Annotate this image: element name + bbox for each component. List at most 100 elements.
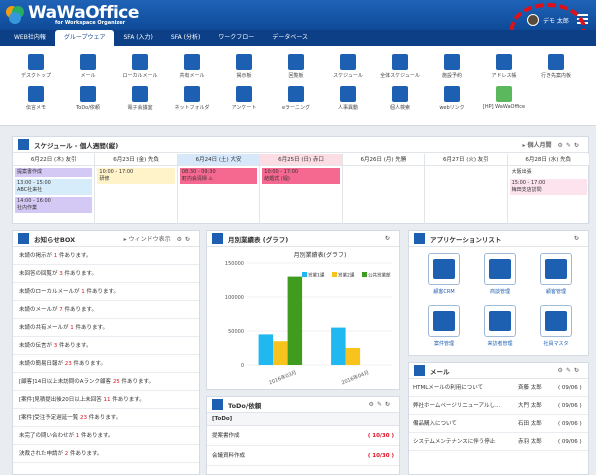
edit-icon[interactable]: ✎ xyxy=(377,401,385,408)
toolbar-item[interactable]: メール xyxy=(62,54,114,79)
app-item[interactable]: 顧客CRM xyxy=(419,253,469,295)
toolbar-item[interactable]: 回覧板 xyxy=(270,54,322,79)
day-cell[interactable]: 提案書作成 13:00 - 15:00 ABC社来社 14:00 - 16:00 社内作… xyxy=(13,166,96,224)
app-tile-icon xyxy=(484,305,516,337)
top-header: WaWaOffice for Workspace Organizer デモ 太郎 xyxy=(0,0,596,55)
mail-item[interactable]: HTMLメールの利用について 斉藤 太郎 ( 09/06 ) xyxy=(409,379,588,397)
todo-item[interactable]: 提案書作成 ( 10/30 ) xyxy=(207,426,399,446)
toolbar-item[interactable]: 個人検索 xyxy=(374,86,426,111)
app-item[interactable]: 顧客管理 xyxy=(531,253,581,295)
nav-tab-5[interactable]: データベース xyxy=(263,30,317,46)
day-cell[interactable]: 10:00 - 17:00 結婚式 (堀) xyxy=(260,166,343,224)
toolbar-item[interactable]: webリンク xyxy=(426,86,478,111)
refresh-icon[interactable]: ↻ xyxy=(574,235,582,242)
mail-item[interactable]: 備品購入について 石田 太郎 ( 09/06 ) xyxy=(409,415,588,433)
mail-item[interactable]: 弊社ホームページリニューアルし… 大門 太郎 ( 09/06 ) xyxy=(409,397,588,415)
day-cell[interactable] xyxy=(343,166,426,224)
app-item[interactable]: 商談管理 xyxy=(475,253,525,295)
mail-subject: 備品購入について xyxy=(413,421,457,427)
app-item[interactable]: 案件管理 xyxy=(419,305,469,347)
app-item[interactable]: 社員マスタ xyxy=(531,305,581,347)
toolbar-item[interactable]: 人事異動 xyxy=(322,86,374,111)
toolbar-icon xyxy=(80,54,96,70)
toolbar-item[interactable]: ローカルメール xyxy=(114,54,166,79)
news-count: 23 xyxy=(64,361,72,367)
refresh-icon[interactable]: ↻ xyxy=(574,367,582,374)
news-item[interactable]: 未読の簡易日報が 23 件あります。 xyxy=(13,355,199,373)
toolbar-icon xyxy=(80,86,96,102)
toolbar-item[interactable]: ネットフォルダ xyxy=(166,86,218,111)
toolbar-item[interactable]: スケジュール xyxy=(322,54,374,79)
news-item[interactable]: 未読のローカルメールが 1 件あります。 xyxy=(13,283,199,301)
schedule-event[interactable]: 08:30 - 09:30 町内会清掃 ⚠ xyxy=(179,168,258,184)
gear-icon[interactable]: ⚙ xyxy=(177,236,185,243)
app-label: 社員マスタ xyxy=(543,341,569,347)
gear-icon[interactable]: ⚙ xyxy=(558,367,566,374)
toolbar-item[interactable]: 全体スケジュール xyxy=(374,54,426,79)
news-count: 2 xyxy=(64,451,69,457)
main-nav: WEB社内報 グループウェア SFA (入力) SFA (分析) ワークフロー データベー… xyxy=(0,30,596,46)
edit-icon[interactable]: ✎ xyxy=(566,142,574,149)
refresh-icon[interactable]: ↻ xyxy=(385,401,393,408)
edit-icon[interactable]: ✎ xyxy=(566,367,574,374)
mail-sender: 斉藤 太郎 xyxy=(518,385,542,391)
nav-tab-4[interactable]: ワークフロー xyxy=(209,30,263,46)
nav-tab-1[interactable]: グループウェア xyxy=(54,30,115,46)
day-cell[interactable]: 10:00 - 17:00 研修 xyxy=(95,166,178,224)
toolbar-item[interactable]: アドレス帳 xyxy=(478,54,530,79)
day-cell[interactable]: 大阪出張 15:00 - 17:00 梅田支店訪問 xyxy=(508,166,590,224)
news-item[interactable]: [案件]見積提出後20日以上未回答 11 件あります。 xyxy=(13,391,199,409)
news-count: 25 xyxy=(112,379,120,385)
nav-tab-3[interactable]: SFA (分析) xyxy=(162,30,209,46)
refresh-icon[interactable]: ↻ xyxy=(385,235,393,242)
day-header: 6月28日 (水) 先負 xyxy=(507,154,590,166)
toolbar-label: ネットフォルダ xyxy=(174,105,210,111)
toolbar-item[interactable]: eラーニング xyxy=(270,86,322,111)
toolbar-item[interactable]: ToDo/依頼 xyxy=(62,86,114,111)
news-item[interactable]: [案件]受注予定遅延一覧 23 件あります。 xyxy=(13,409,199,427)
news-item[interactable]: 未完了の問い合わせが 1 件あります。 xyxy=(13,427,199,445)
toolbar-label: 施設予約 xyxy=(441,73,462,79)
gear-icon[interactable]: ⚙ xyxy=(558,142,566,149)
news-item[interactable]: 未読の伝言が 3 件あります。 xyxy=(13,337,199,355)
news-item[interactable]: [顧客]14日以上未訪問のAランク顧客 25 件あります。 xyxy=(13,373,199,391)
schedule-event[interactable]: 大阪出張 xyxy=(509,168,587,177)
toolbar-item[interactable]: 共有メール xyxy=(166,54,218,79)
news-item[interactable]: 未読の掲示が 1 件あります。 xyxy=(13,247,199,265)
monthly-view-link[interactable]: ▸ 個人月間 xyxy=(522,142,551,149)
news-item[interactable]: 未回答の回覧が 3 件あります。 xyxy=(13,265,199,283)
toolbar-item[interactable]: 施設予約 xyxy=(426,54,478,79)
refresh-icon[interactable]: ↻ xyxy=(185,236,193,243)
toolbar-item[interactable]: 電子会議室 xyxy=(114,86,166,111)
app-item[interactable]: 来訪者管理 xyxy=(475,305,525,347)
toolbar-icon xyxy=(288,54,304,70)
toolbar-item[interactable]: デスクトップ xyxy=(10,54,62,79)
news-count: 7 xyxy=(59,307,63,313)
schedule-event[interactable]: 14:00 - 16:00 社内作業 xyxy=(15,197,93,213)
news-item[interactable]: 未読の共有メールが 1 件あります。 xyxy=(13,319,199,337)
todo-item[interactable]: 会議資料作成 ( 10/30 ) xyxy=(207,446,399,466)
refresh-icon[interactable]: ↻ xyxy=(574,142,582,149)
schedule-event[interactable]: 提案書作成 xyxy=(15,168,93,177)
toolbar-label: [HP] WaWaOffice xyxy=(482,104,526,110)
schedule-event[interactable]: 15:00 - 17:00 梅田支店訪問 xyxy=(509,179,587,195)
toolbar-item[interactable]: アンケート xyxy=(218,86,270,111)
schedule-event[interactable]: 10:00 - 17:00 結婚式 (堀) xyxy=(262,168,340,184)
news-item[interactable]: 決裁された申請が 2 件あります。 xyxy=(13,445,199,463)
nav-tab-0[interactable]: WEB社内報 xyxy=(5,30,55,46)
nav-tab-2[interactable]: SFA (入力) xyxy=(114,30,161,46)
todo-due: ( 10/30 ) xyxy=(367,433,394,439)
window-view-link[interactable]: ▸ ウィンドウ表示 xyxy=(124,236,171,243)
mail-item[interactable]: システムメンテナンスに伴う停止 赤羽 太郎 ( 09/06 ) xyxy=(409,433,588,451)
day-cell[interactable]: 08:30 - 09:30 町内会清掃 ⚠ xyxy=(178,166,261,224)
toolbar-item[interactable]: [HP] WaWaOffice xyxy=(478,86,530,110)
schedule-event[interactable]: 13:00 - 15:00 ABC社来社 xyxy=(15,179,93,195)
toolbar-item[interactable]: 行き先案内板 xyxy=(530,54,582,79)
news-item[interactable]: 未読のメールが 7 件あります。 xyxy=(13,301,199,319)
schedule-event[interactable]: 10:00 - 17:00 研修 xyxy=(97,168,175,184)
gear-icon[interactable]: ⚙ xyxy=(369,401,377,408)
toolbar-item[interactable]: 掲示板 xyxy=(218,54,270,79)
mail-subject: 弊社ホームページリニューアルし… xyxy=(413,403,501,409)
day-cell[interactable] xyxy=(425,166,508,224)
toolbar-item[interactable]: 伝言メモ xyxy=(10,86,62,111)
